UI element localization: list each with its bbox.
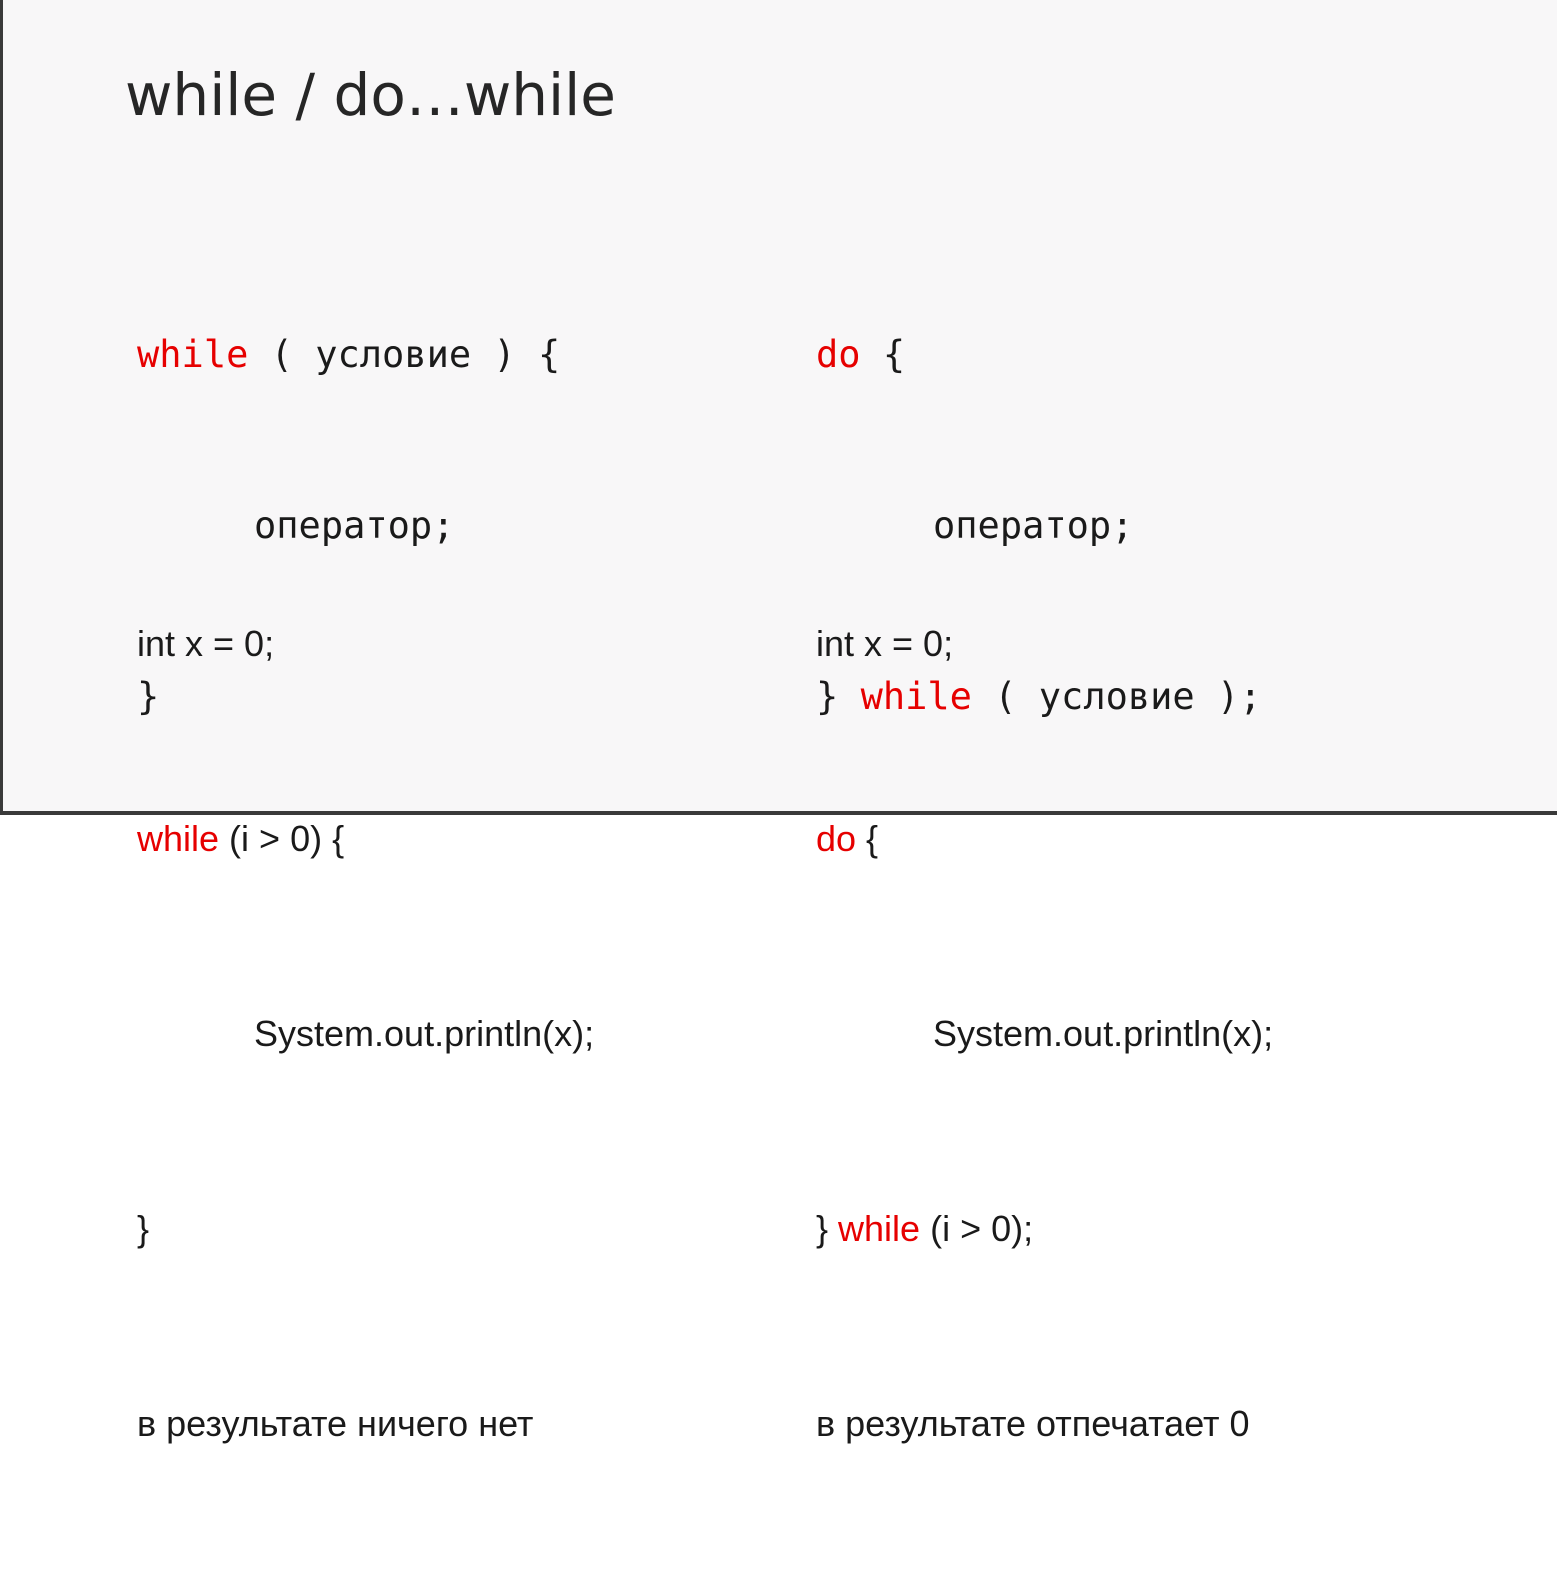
while-example-line-1: int x = 0; (137, 611, 594, 676)
keyword-while: while (838, 1208, 921, 1249)
slide-title: while / do…while (125, 61, 616, 129)
println-text: System.out.println(x); (254, 1013, 595, 1054)
do-while-example-line-3: System.out.println(x); (816, 1001, 1273, 1066)
while-condition-text: ( условие ) { (248, 333, 561, 376)
closing-brace: } (816, 1208, 839, 1249)
result-text: в результате отпечатает 0 (816, 1403, 1250, 1444)
declaration-text: int x = 0; (816, 623, 954, 664)
do-while-example-block: int x = 0; do { System.out.println(x); }… (816, 481, 1273, 1586)
while-example-line-3: System.out.println(x); (137, 1001, 594, 1066)
do-while-syntax-line-1: do { (816, 326, 1262, 383)
println-text: System.out.println(x); (933, 1013, 1274, 1054)
declaration-text: int x = 0; (137, 623, 275, 664)
while-example-line-4: } (137, 1196, 594, 1261)
do-while-example-line-1: int x = 0; (816, 611, 1273, 676)
while-syntax-line-1: while ( условие ) { (137, 326, 560, 383)
opening-brace: { (860, 333, 906, 376)
while-example-line-2: while (i > 0) { (137, 806, 594, 871)
do-while-example-result: в результате отпечатает 0 (816, 1391, 1273, 1456)
condition-text: (i > 0); (920, 1208, 1034, 1249)
opening-brace: { (856, 818, 879, 859)
result-text: в результате ничего нет (137, 1403, 534, 1444)
keyword-do: do (816, 333, 861, 376)
while-example-block: int x = 0; while (i > 0) { System.out.pr… (137, 481, 594, 1586)
slide: while / do…while while ( условие ) { опе… (0, 0, 1557, 1444)
do-while-example-line-4: } while (i > 0); (816, 1196, 1273, 1261)
do-while-example-line-2: do { (816, 806, 1273, 871)
keyword-do: do (816, 818, 857, 859)
keyword-while: while (137, 818, 220, 859)
condition-text: (i > 0) { (219, 818, 345, 859)
keyword-while: while (137, 333, 249, 376)
closing-brace: } (137, 1208, 150, 1249)
while-example-result: в результате ничего нет (137, 1391, 594, 1456)
